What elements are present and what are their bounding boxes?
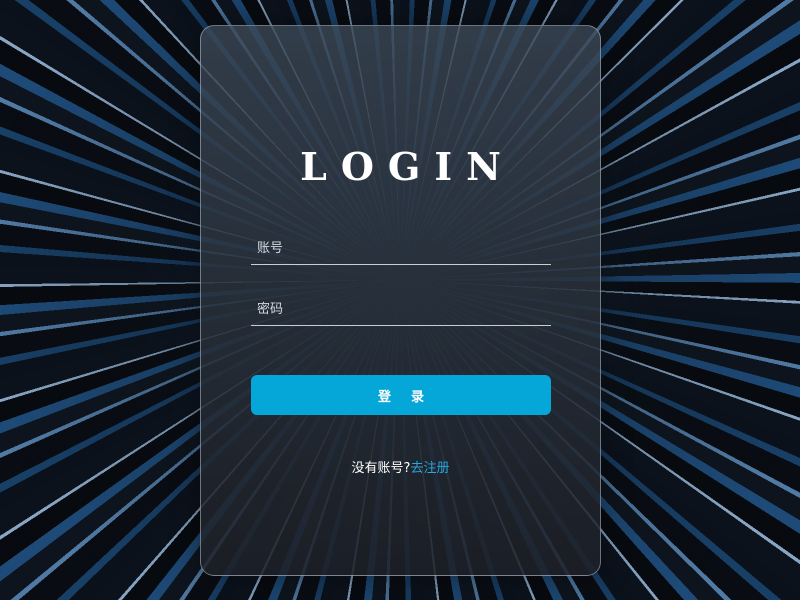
username-field-wrapper [251, 232, 551, 265]
login-button-label-first: 登 [377, 389, 391, 405]
login-button[interactable]: 登录 [251, 375, 551, 415]
register-prompt: 没有账号?去注册 [201, 457, 600, 476]
no-account-text: 没有账号? [351, 461, 411, 476]
username-input[interactable] [251, 232, 551, 264]
login-title: LOGIN [300, 144, 515, 189]
login-button-label-second: 录 [411, 389, 425, 405]
password-field-wrapper [251, 293, 551, 326]
login-card: LOGIN 登录 没有账号?去注册 [200, 25, 601, 576]
register-link[interactable]: 去注册 [410, 461, 449, 476]
password-input[interactable] [251, 293, 551, 325]
